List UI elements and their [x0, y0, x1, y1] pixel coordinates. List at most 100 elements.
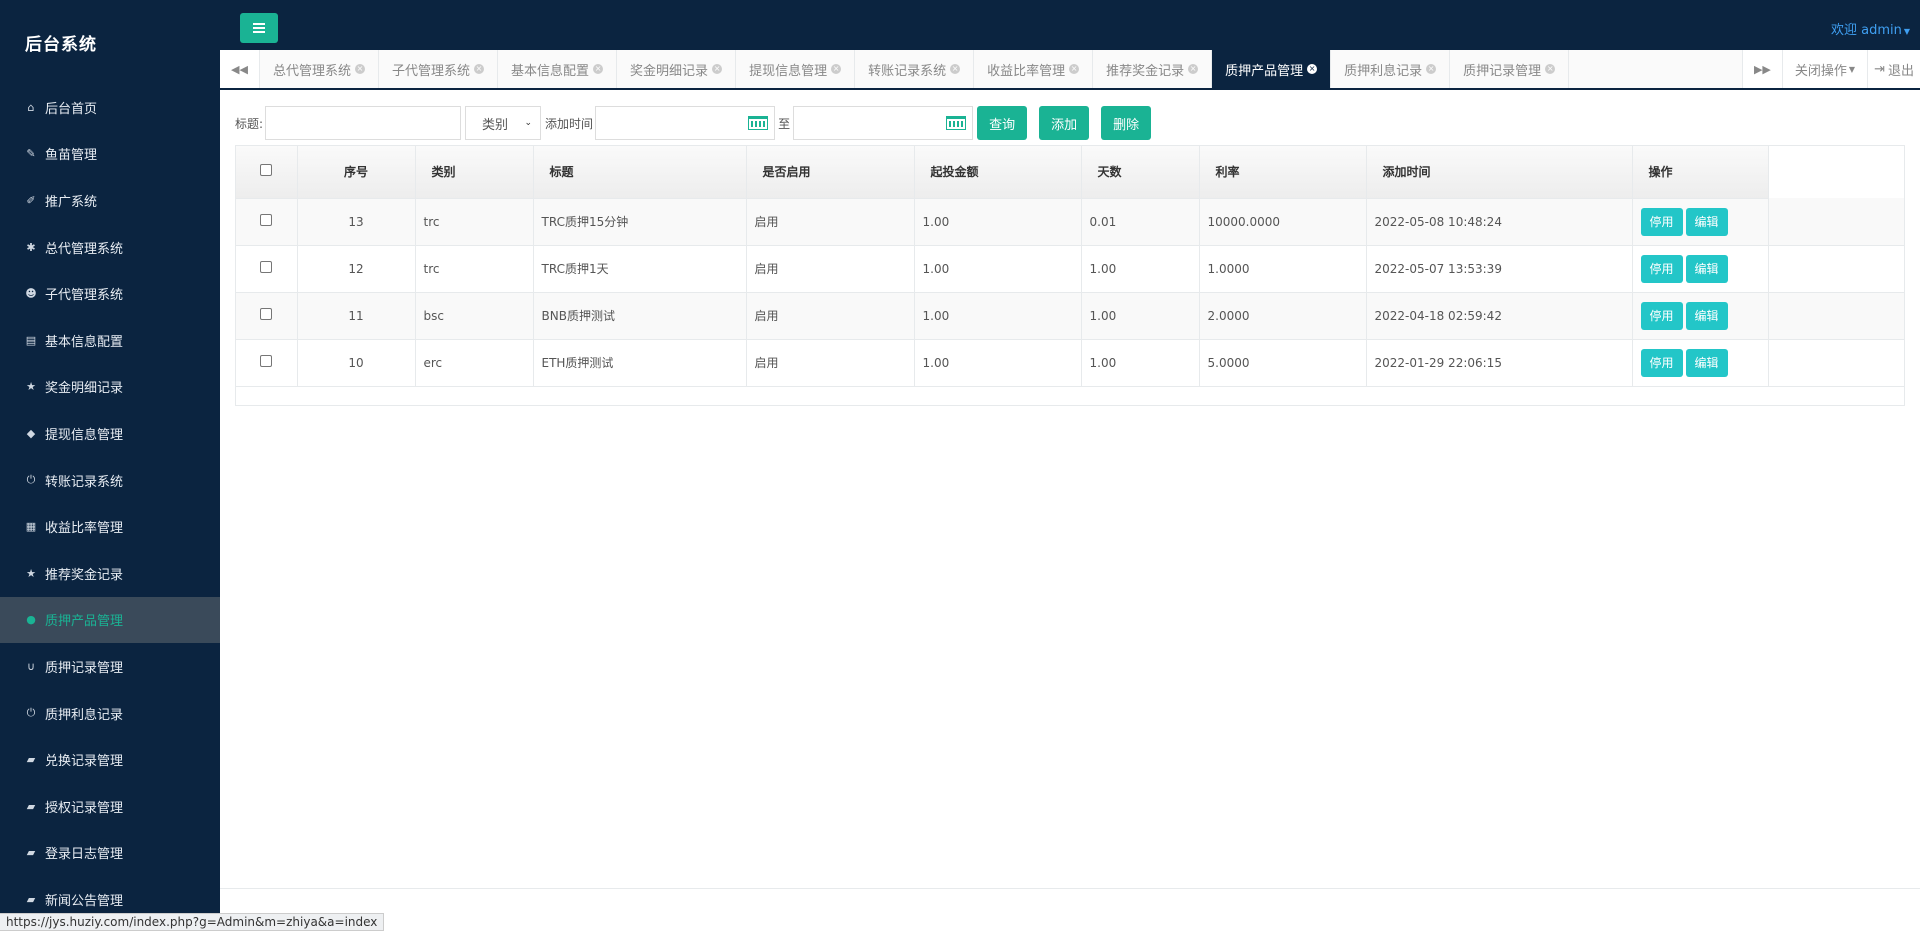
disable-button[interactable]: 停用: [1640, 254, 1683, 283]
tab[interactable]: 推荐奖金记录 ×: [1093, 50, 1213, 88]
user-menu[interactable]: 欢迎 admin ▼: [1831, 19, 1910, 38]
row-select-cell: [236, 339, 298, 387]
close-circle-icon[interactable]: ×: [712, 64, 723, 74]
sidebar-item-label: 推广系统: [45, 194, 98, 210]
sidebar-item[interactable]: ⌂ 后台首页: [0, 84, 220, 131]
delete-button[interactable]: 删除: [1101, 106, 1152, 140]
row-checkbox[interactable]: [260, 308, 273, 320]
sidebar-item-label: 转账记录系统: [45, 474, 124, 490]
sidebar-item[interactable]: ▤ 基本信息配置: [0, 317, 220, 364]
table-header-row: 序号 类别 标题 是否启用 起投金额 天数 利率 添加时间 操作: [236, 146, 1904, 199]
sidebar-item[interactable]: ✱ 总代管理系统: [0, 224, 220, 271]
sidebar-item[interactable]: ▰ 兑换记录管理: [0, 736, 220, 783]
tab-scroll-left-button[interactable]: ◀◀: [220, 50, 260, 88]
cell-add-time: 2022-05-08 10:48:24: [1366, 198, 1633, 246]
close-circle-icon[interactable]: ×: [474, 64, 485, 74]
tab[interactable]: 基本信息配置 ×: [498, 50, 618, 88]
calendar-icon[interactable]: [946, 116, 967, 130]
row-checkbox[interactable]: [260, 214, 273, 226]
sidebar-item-label: 质押记录管理: [45, 660, 124, 676]
cell-days: 1.00: [1081, 245, 1200, 293]
disable-button[interactable]: 停用: [1640, 301, 1683, 330]
add-time-label: 添加时间: [545, 116, 594, 131]
title-filter-input[interactable]: [265, 106, 462, 140]
close-circle-icon[interactable]: ×: [1069, 64, 1080, 74]
start-date-input[interactable]: [595, 106, 776, 140]
tab[interactable]: 转账记录系统 ×: [855, 50, 975, 88]
tab[interactable]: 奖金明细记录 ×: [617, 50, 737, 88]
row-select-cell: [236, 292, 298, 340]
sidebar-item[interactable]: ✎ 鱼苗管理: [0, 131, 220, 178]
tab-label: 质押利息记录: [1344, 63, 1423, 79]
sidebar-item-label: 授权记录管理: [45, 800, 124, 816]
sidebar-item[interactable]: ◆ 提现信息管理: [0, 410, 220, 457]
close-operations-dropdown[interactable]: 关闭操作 ▼: [1781, 50, 1867, 88]
sidebar-item-label: 奖金明细记录: [45, 381, 124, 397]
cell-title: ETH质押测试: [533, 339, 747, 387]
disable-button[interactable]: 停用: [1640, 348, 1683, 377]
sidebar-item[interactable]: ▰ 授权记录管理: [0, 783, 220, 830]
sidebar-item[interactable]: ★ 奖金明细记录: [0, 364, 220, 411]
book-icon: ▰: [26, 892, 36, 906]
tab[interactable]: 子代管理系统 ×: [379, 50, 499, 88]
sidebar-item-label: 收益比率管理: [45, 521, 124, 537]
sidebar-item[interactable]: ★ 推荐奖金记录: [0, 550, 220, 597]
close-circle-icon[interactable]: ×: [1426, 64, 1437, 74]
end-date-input[interactable]: [793, 106, 974, 140]
row-checkbox[interactable]: [260, 355, 273, 367]
sidebar-item[interactable]: ∪ 质押记录管理: [0, 643, 220, 690]
tab-label: 提现信息管理: [749, 63, 828, 79]
close-circle-icon[interactable]: ×: [831, 64, 842, 74]
sidebar-item-label: 新闻公告管理: [45, 893, 124, 909]
close-circle-icon[interactable]: ×: [950, 64, 961, 74]
tab-scroll-right-button[interactable]: ▶▶: [1741, 50, 1782, 88]
row-checkbox[interactable]: [260, 261, 273, 273]
cell-enabled: 启用: [746, 198, 915, 246]
power-icon: ⏻: [26, 706, 36, 720]
tab[interactable]: 总代管理系统 ×: [260, 50, 380, 88]
sidebar-item[interactable]: ● 质押产品管理: [0, 596, 220, 644]
sidebar-item[interactable]: ▦ 收益比率管理: [0, 503, 220, 550]
sidebar-item[interactable]: ⏻ 转账记录系统: [0, 457, 220, 504]
category-select[interactable]: 类别 ⌄: [465, 106, 542, 140]
close-circle-icon[interactable]: ×: [593, 64, 604, 74]
cell-category: trc: [415, 198, 534, 246]
close-circle-icon[interactable]: ×: [1188, 64, 1199, 74]
cell-spacer: [1768, 245, 1904, 293]
sidebar-item[interactable]: ☻ 子代管理系统: [0, 270, 220, 317]
top-navbar: 欢迎 admin ▼: [220, 0, 1920, 50]
sidebar-item[interactable]: ✐ 推广系统: [0, 177, 220, 224]
book-icon: ▰: [26, 799, 36, 813]
sidebar-item[interactable]: ⏻ 质押利息记录: [0, 690, 220, 737]
add-button[interactable]: 添加: [1039, 106, 1090, 140]
backward-icon: ◀◀: [231, 62, 248, 76]
logout-button[interactable]: ⇥ 退出: [1867, 50, 1920, 88]
edit-button[interactable]: 编辑: [1685, 301, 1728, 330]
table-body: 13 trc TRC质押15分钟 启用 1.00 0.01 10000.0000 2022-0…: [236, 198, 1904, 387]
select-all-checkbox[interactable]: [260, 164, 273, 177]
close-circle-icon[interactable]: ×: [1545, 64, 1556, 74]
tab[interactable]: 质押记录管理 ×: [1450, 50, 1570, 88]
sidebar-nav: ⌂ 后台首页 ✎ 鱼苗管理 ✐ 推广系统 ✱ 总代管理系统 ☻ 子代管理系统 ▤ 基本信息配置 ★ 奖金明…: [0, 84, 220, 923]
cell-id: 12: [297, 245, 416, 293]
edit-button[interactable]: 编辑: [1685, 207, 1728, 236]
tab[interactable]: 提现信息管理 ×: [736, 50, 856, 88]
tab[interactable]: 质押产品管理 ×: [1212, 50, 1332, 88]
sidebar-item[interactable]: ▰ 登录日志管理: [0, 830, 220, 877]
calendar-icon[interactable]: [748, 116, 769, 130]
sidebar-item-label: 登录日志管理: [45, 847, 124, 863]
close-circle-icon[interactable]: ×: [1307, 64, 1318, 74]
tab[interactable]: 质押利息记录 ×: [1331, 50, 1451, 88]
caret-down-icon: ▼: [1903, 27, 1910, 36]
cell-spacer: [1768, 339, 1904, 387]
status-bar-url: https://jys.huziy.com/index.php?g=Admin&…: [0, 913, 385, 931]
edit-button[interactable]: 编辑: [1685, 254, 1728, 283]
menu-toggle-button[interactable]: [240, 13, 278, 43]
cell-actions: 停用 编辑: [1632, 245, 1769, 293]
tab[interactable]: 收益比率管理 ×: [974, 50, 1094, 88]
query-button[interactable]: 查询: [977, 106, 1028, 140]
edit-button[interactable]: 编辑: [1685, 348, 1728, 377]
cell-category: erc: [415, 339, 534, 387]
disable-button[interactable]: 停用: [1640, 207, 1683, 236]
close-circle-icon[interactable]: ×: [355, 64, 366, 74]
